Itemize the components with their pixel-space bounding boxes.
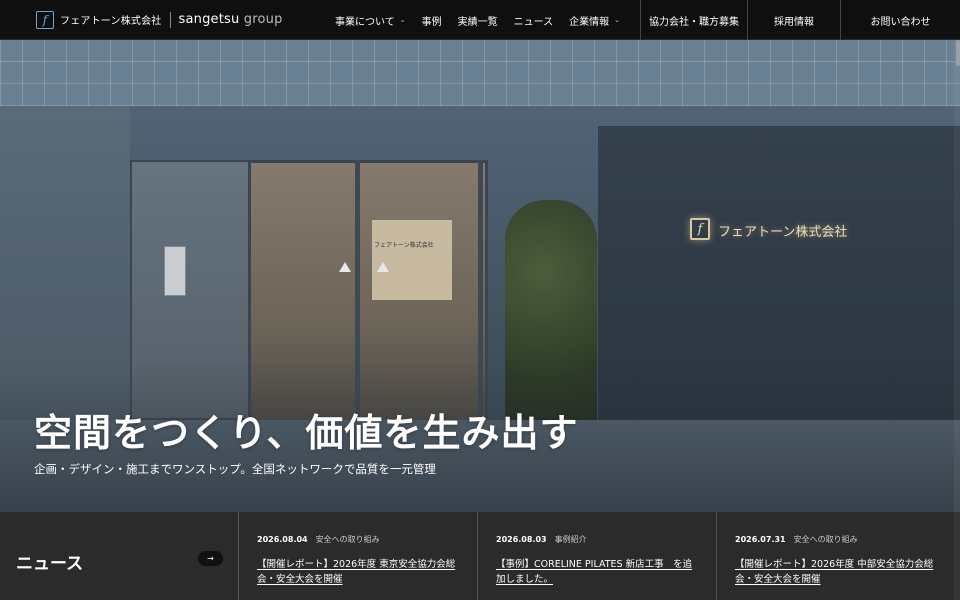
logo-group-word: group	[243, 12, 283, 27]
site-header: f フェアトーン株式会社 sangetsu group 事業について ⌄ 事例 実…	[0, 0, 960, 40]
nav-item-company[interactable]: 企業情報 ⌄	[569, 13, 620, 28]
nav-right-group: 協力会社・職方募集 採用情報 お問い合わせ	[640, 0, 960, 40]
news-link[interactable]: 【開催レポート】2026年度 中部安全協力会総会・安全大会を開催	[735, 557, 935, 587]
page-scrollbar[interactable]	[954, 40, 960, 600]
nav-item-label: 実績一覧	[457, 16, 498, 28]
chevron-down-icon: ⌄	[614, 16, 620, 24]
news-category: 安全への取り組み	[793, 535, 858, 544]
news-date: 2026.08.04	[257, 535, 308, 544]
scrollbar-thumb[interactable]	[956, 40, 960, 66]
news-meta: 2026.07.31 安全への取り組み	[735, 534, 960, 545]
news-item[interactable]: 2026.08.04 安全への取り組み 【開催レポート】2026年度 東京安全協力…	[239, 512, 478, 600]
news-meta: 2026.08.03 事例紹介	[496, 534, 716, 545]
logo-company-name: フェアトーン株式会社	[60, 16, 162, 27]
news-item[interactable]: 2026.08.03 事例紹介 【事例】CORELINE PILATES 新店工事…	[478, 512, 717, 600]
arrow-right-icon[interactable]: →	[198, 551, 223, 566]
careers-link[interactable]: 採用情報	[747, 0, 840, 40]
hero-section: フェアトーン株式会社 f フェアトーン株式会社 空間をつくり、価値を生み出す 企…	[0, 40, 960, 512]
nav-item-label: 事業について	[335, 16, 395, 28]
news-header: ニュース →	[0, 512, 239, 600]
sign-logo-icon: f	[690, 218, 710, 240]
news-date: 2026.07.31	[735, 535, 786, 544]
logo-group-name: sangetsu group	[179, 12, 283, 27]
nav-item-cases[interactable]: 事例	[422, 13, 442, 28]
door-marker-icon	[339, 262, 351, 272]
inner-sign-text: フェアトーン株式会社	[374, 242, 434, 249]
news-category: 安全への取り組み	[315, 535, 380, 544]
nav-item-label: 事例	[421, 16, 442, 28]
news-meta: 2026.08.04 安全への取り組み	[257, 534, 477, 545]
inner-sign-wall	[372, 220, 452, 300]
door-marker-icon	[377, 262, 389, 272]
news-item[interactable]: 2026.07.31 安全への取り組み 【開催レポート】2026年度 中部安全協力…	[717, 512, 960, 600]
site-logo[interactable]: f フェアトーン株式会社 sangetsu group	[0, 0, 283, 40]
intercom-panel	[164, 246, 186, 296]
news-date: 2026.08.03	[496, 535, 547, 544]
nav-item-works[interactable]: 実績一覧	[458, 13, 498, 28]
hero-title: 空間をつくり、価値を生み出す	[34, 411, 579, 455]
main-nav: 事業について ⌄ 事例 実績一覧 ニュース 企業情報 ⌄	[335, 0, 636, 40]
nav-item-label: ニュース	[513, 16, 554, 28]
logo-divider	[169, 11, 171, 28]
logo-group-brand: sangetsu	[178, 12, 240, 27]
news-bar: ニュース → 2026.08.04 安全への取り組み 【開催レポート】2026年度…	[0, 512, 960, 600]
nav-item-news[interactable]: ニュース	[514, 13, 554, 28]
chevron-down-icon: ⌄	[399, 16, 406, 24]
nav-item-label: 企業情報	[569, 16, 610, 28]
contact-link[interactable]: お問い合わせ	[840, 0, 960, 40]
hero-subtitle: 企画・デザイン・施工までワンストップ。全国ネットワークで品質を一元管理	[34, 462, 436, 476]
logo-mark-icon: f	[36, 10, 54, 29]
nav-item-business[interactable]: 事業について ⌄	[335, 13, 406, 28]
partner-recruit-link[interactable]: 協力会社・職方募集	[640, 0, 747, 40]
hero-tile-wall	[0, 40, 960, 106]
news-category: 事例紹介	[554, 535, 587, 544]
news-title: ニュース	[16, 554, 84, 574]
news-link[interactable]: 【開催レポート】2026年度 東京安全協力会総会・安全大会を開催	[257, 557, 457, 587]
news-link[interactable]: 【事例】CORELINE PILATES 新店工事 を追加しました。	[496, 557, 696, 587]
sign-company-name: フェアトーン株式会社	[718, 225, 848, 240]
